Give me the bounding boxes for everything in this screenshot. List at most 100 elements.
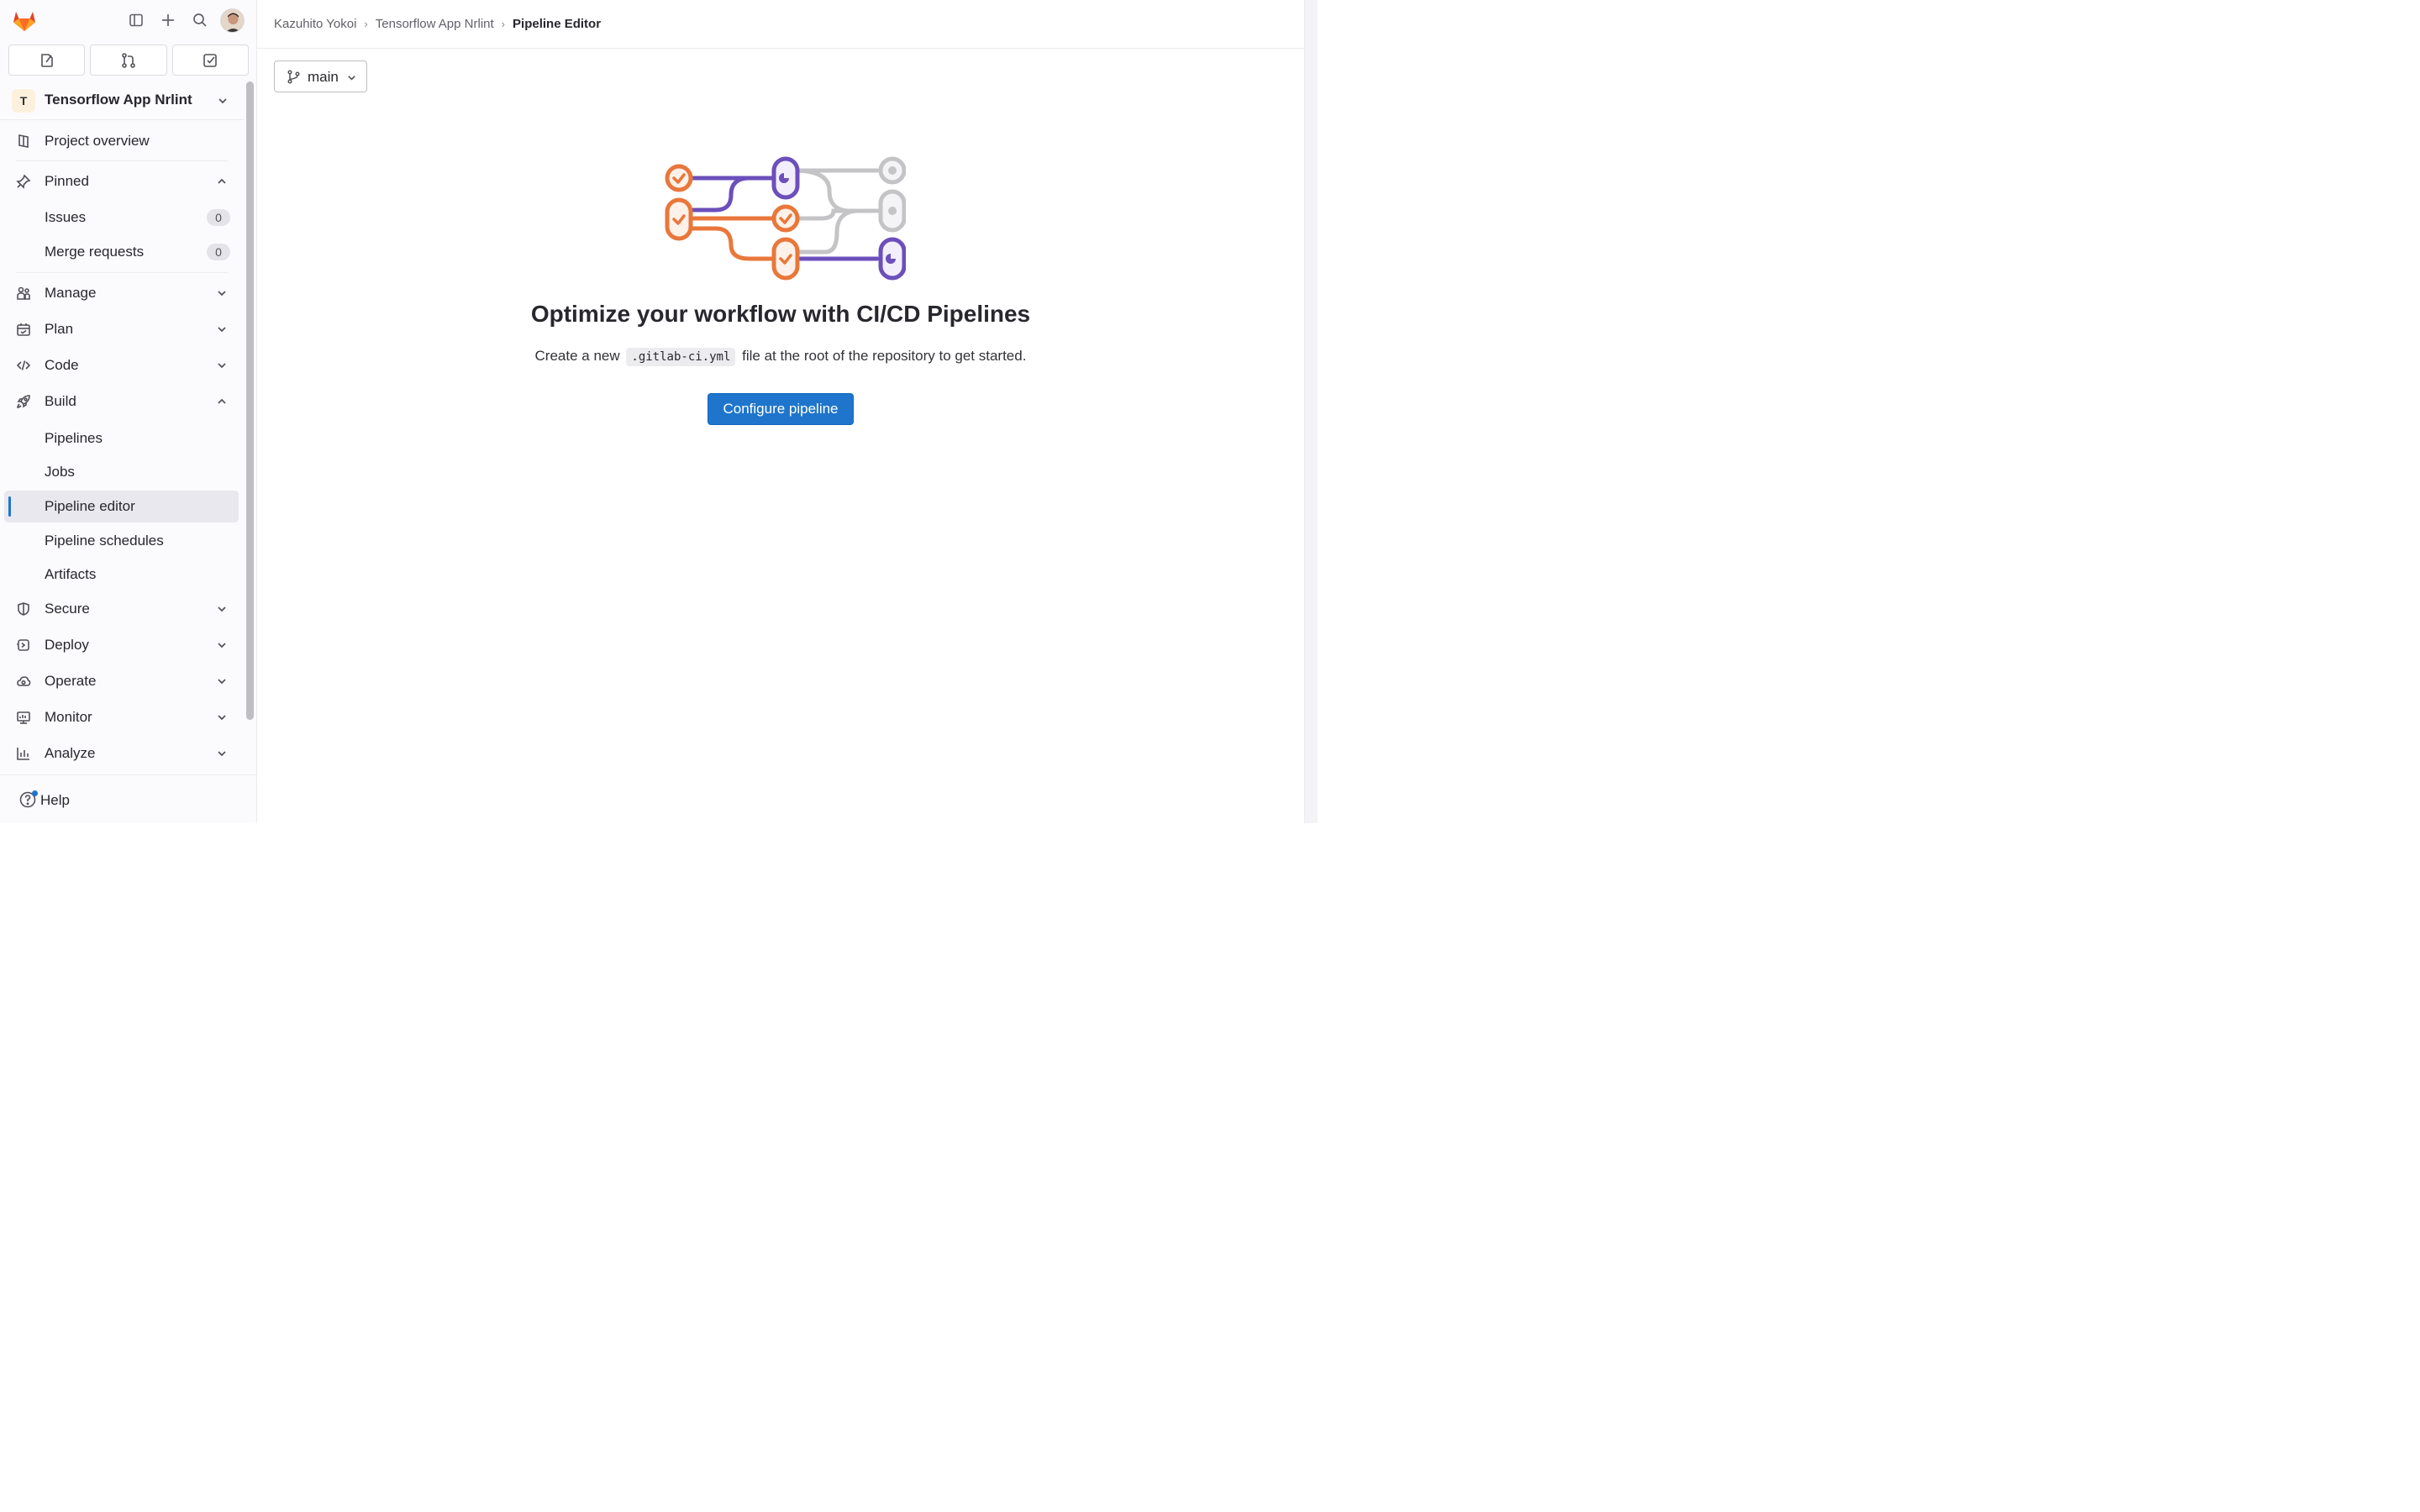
project-avatar: T	[12, 89, 35, 113]
breadcrumb-item-user[interactable]: Kazuhito Yokoi	[274, 17, 356, 31]
sidebar-item-label: Pipeline schedules	[45, 533, 164, 549]
sidebar-section-secure[interactable]: Secure	[4, 593, 239, 625]
gitlab-logo-icon[interactable]	[11, 7, 38, 34]
sidebar-section-label: Pinned	[45, 173, 89, 189]
rocket-icon	[15, 393, 32, 410]
sidebar-section-pinned[interactable]: Pinned	[4, 165, 239, 197]
sidebar-nav: T Tensorflow App Nrlint Project overview…	[0, 81, 244, 774]
count-badge: 0	[207, 209, 230, 226]
configure-pipeline-button[interactable]: Configure pipeline	[708, 393, 854, 425]
chevron-down-icon	[217, 95, 229, 111]
sidebar-section-label: Manage	[45, 285, 97, 301]
sidebar-toggle-icon[interactable]	[125, 9, 147, 31]
sidebar-item-merge-requests[interactable]: Merge requests 0	[4, 236, 239, 268]
notification-dot	[32, 790, 38, 796]
empty-state-title: Optimize your workflow with CI/CD Pipeli…	[530, 301, 1031, 327]
sidebar-item-label: Issues	[45, 209, 87, 225]
sidebar-section-label: Secure	[45, 601, 90, 617]
search-icon[interactable]	[189, 9, 211, 31]
chevron-down-icon	[216, 639, 228, 651]
code-filename: .gitlab-ci.yml	[626, 348, 736, 366]
deploy-icon	[15, 637, 32, 654]
issues-icon[interactable]	[8, 45, 86, 76]
sidebar-item-project-overview[interactable]: Project overview	[4, 125, 239, 157]
chevron-down-icon	[346, 72, 357, 83]
sidebar-topbar	[0, 0, 257, 42]
page-scroll-gutter	[1304, 0, 1318, 823]
sidebar-section-operate[interactable]: Operate	[4, 665, 239, 697]
sidebar-item-artifacts[interactable]: Artifacts	[4, 559, 239, 591]
calendar-icon	[15, 321, 32, 338]
project-icon	[15, 133, 32, 150]
chevron-down-icon	[216, 675, 228, 687]
plus-icon[interactable]	[157, 9, 179, 31]
breadcrumb-item-current[interactable]: Pipeline Editor	[513, 17, 601, 31]
chevron-up-icon	[216, 396, 228, 407]
pipeline-illustration	[657, 153, 907, 287]
sidebar-item-jobs[interactable]: Jobs	[4, 456, 239, 488]
chevron-down-icon	[216, 711, 228, 723]
cloud-gear-icon	[15, 673, 32, 690]
main-content: Kazuhito Yokoi › Tensorflow App Nrlint ›…	[257, 0, 1304, 823]
merge-request-icon[interactable]	[90, 45, 167, 76]
sidebar-item-label: Jobs	[45, 464, 75, 480]
sidebar-section-label: Code	[45, 357, 79, 373]
todo-icon[interactable]	[171, 45, 249, 76]
sidebar-section-label: Plan	[45, 321, 74, 337]
sidebar-item-label: Pipelines	[45, 430, 103, 446]
sidebar-section-label: Deploy	[45, 637, 89, 653]
breadcrumb-bar: Kazuhito Yokoi › Tensorflow App Nrlint ›…	[257, 0, 1304, 49]
user-avatar[interactable]	[220, 8, 245, 33]
sidebar-section-deploy[interactable]: Deploy	[4, 629, 239, 661]
divider	[16, 272, 228, 273]
chevron-right-icon: ›	[364, 18, 368, 30]
chevron-down-icon	[216, 287, 228, 299]
chevron-up-icon	[216, 176, 228, 187]
description-text-before: Create a new	[534, 348, 620, 364]
empty-state-description: Create a new .gitlab-ci.yml file at the …	[257, 348, 1304, 366]
sidebar-section-manage[interactable]: Manage	[4, 277, 239, 309]
sidebar-item-label: Project overview	[45, 133, 150, 149]
help-label: Help	[40, 792, 70, 808]
branch-label: main	[308, 69, 339, 85]
branch-selector[interactable]: main	[274, 60, 367, 92]
chevron-down-icon	[216, 323, 228, 335]
sidebar: T Tensorflow App Nrlint Project overview…	[0, 0, 257, 823]
help-button[interactable]: Help	[0, 774, 257, 823]
quick-actions	[8, 45, 249, 76]
sidebar-section-label: Operate	[45, 673, 97, 689]
sidebar-item-label: Merge requests	[45, 244, 145, 260]
shield-icon	[15, 601, 32, 617]
sidebar-section-label: Monitor	[45, 709, 92, 725]
breadcrumb: Kazuhito Yokoi › Tensorflow App Nrlint ›…	[274, 17, 601, 31]
sidebar-section-label: Analyze	[45, 745, 96, 761]
sidebar-item-pipelines[interactable]: Pipelines	[4, 423, 239, 454]
chevron-right-icon: ›	[501, 18, 506, 30]
sidebar-item-label: Pipeline editor	[45, 498, 135, 514]
code-icon	[15, 357, 32, 374]
sidebar-item-label: Artifacts	[45, 566, 97, 582]
sidebar-item-pipeline-editor[interactable]: Pipeline editor	[4, 491, 239, 522]
project-switcher[interactable]: T Tensorflow App Nrlint	[0, 81, 244, 120]
sidebar-scrollbar[interactable]	[246, 81, 254, 720]
chevron-down-icon	[216, 748, 228, 759]
pin-icon	[15, 173, 32, 190]
chevron-down-icon	[216, 360, 228, 371]
sidebar-item-pipeline-schedules[interactable]: Pipeline schedules	[4, 525, 239, 557]
users-icon	[15, 285, 32, 302]
sidebar-section-analyze[interactable]: Analyze	[4, 738, 239, 769]
project-name: Tensorflow App Nrlint	[45, 92, 192, 108]
count-badge: 0	[207, 244, 230, 260]
sidebar-item-issues[interactable]: Issues 0	[4, 202, 239, 234]
sidebar-section-monitor[interactable]: Monitor	[4, 701, 239, 733]
chart-icon	[15, 745, 32, 762]
sidebar-section-plan[interactable]: Plan	[4, 313, 239, 345]
breadcrumb-item-project[interactable]: Tensorflow App Nrlint	[376, 17, 494, 31]
divider	[16, 160, 228, 161]
description-text-after: file at the root of the repository to ge…	[742, 348, 1027, 364]
sidebar-section-code[interactable]: Code	[4, 349, 239, 381]
branch-icon	[287, 70, 301, 84]
sidebar-section-label: Build	[45, 393, 76, 409]
chevron-down-icon	[216, 603, 228, 615]
sidebar-section-build[interactable]: Build	[4, 386, 239, 417]
